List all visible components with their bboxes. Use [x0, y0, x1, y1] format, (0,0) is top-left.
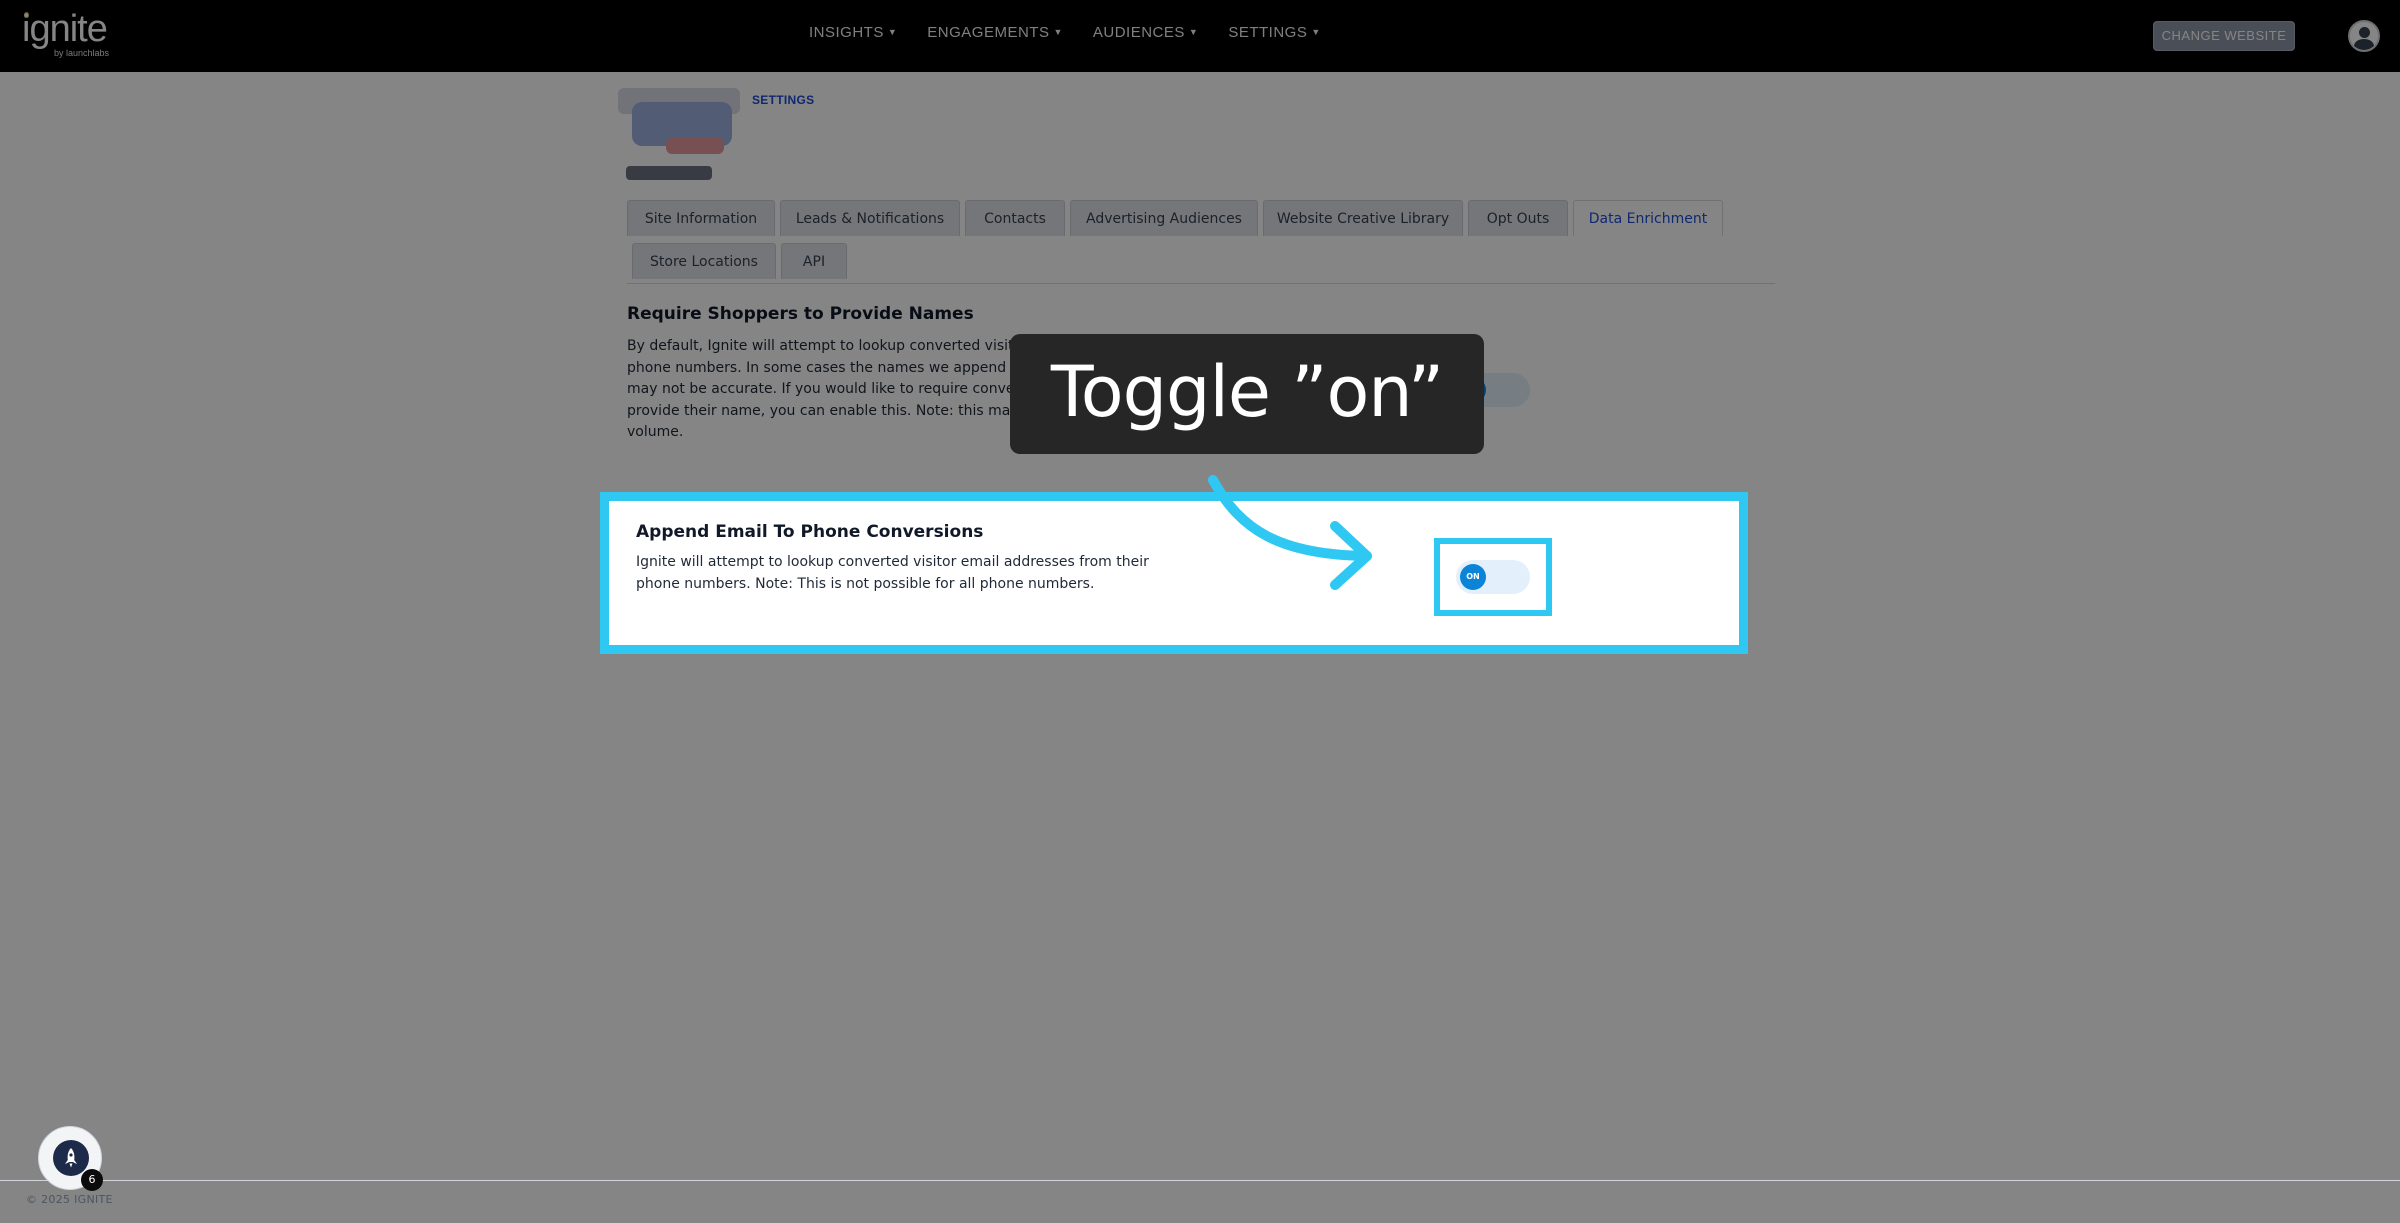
footer-divider	[0, 1180, 2400, 1181]
tutorial-callout: Toggle ”on”	[1010, 334, 1484, 454]
tab-opt-outs[interactable]: Opt Outs	[1468, 200, 1568, 236]
breadcrumb[interactable]: SETTINGS	[752, 93, 814, 107]
nav-audiences-label: AUDIENCES	[1092, 24, 1185, 41]
append-email-title: Append Email To Phone Conversions	[636, 522, 984, 542]
website-thumbnail	[618, 88, 746, 184]
tab-contacts[interactable]: Contacts	[965, 200, 1065, 236]
tab-api[interactable]: API	[781, 243, 847, 279]
avatar-head	[2359, 27, 2370, 38]
caret-down-icon: ▼	[1188, 27, 1199, 37]
tab-website-creative-library[interactable]: Website Creative Library	[1263, 200, 1463, 236]
nav-engagements-label: ENGAGEMENTS	[927, 24, 1050, 41]
nav-settings-label: SETTINGS	[1228, 24, 1308, 41]
ignite-logo[interactable]: ignite by launchlabs	[22, 8, 132, 62]
avatar-body	[2354, 39, 2374, 50]
caret-down-icon: ▼	[887, 27, 898, 37]
toggle-highlight-box	[1434, 538, 1552, 616]
help-launcher-inner	[53, 1140, 89, 1176]
main-nav: INSIGHTS ▼ ENGAGEMENTS ▼ AUDIENCES ▼ SETTIN…	[809, 24, 1351, 48]
help-launcher-button[interactable]: 6	[38, 1126, 103, 1191]
nav-engagements[interactable]: ENGAGEMENTS ▼	[927, 24, 1063, 48]
nav-audiences[interactable]: AUDIENCES ▼	[1093, 24, 1198, 48]
tab-site-information[interactable]: Site Information	[627, 200, 775, 236]
user-avatar-icon[interactable]	[2348, 20, 2380, 52]
nav-insights[interactable]: INSIGHTS ▼	[809, 24, 897, 48]
callout-text: Toggle ”on”	[1050, 351, 1444, 433]
footer-copyright: © 2025 IGNITE	[26, 1193, 113, 1206]
highlighted-append-email-section: Append Email To Phone Conversions Ignite…	[600, 492, 1748, 654]
caret-down-icon: ▼	[1311, 27, 1321, 37]
rocket-icon	[65, 1148, 77, 1168]
tabs-divider	[627, 283, 1775, 284]
top-navbar: ignite by launchlabs INSIGHTS ▼ ENGAGEMEN…	[0, 0, 2400, 72]
tab-store-locations[interactable]: Store Locations	[632, 243, 776, 279]
caret-down-icon: ▼	[1053, 27, 1063, 37]
change-website-button[interactable]: CHANGE WEBSITE	[2153, 21, 2295, 51]
logo-text: ignite	[22, 8, 108, 50]
require-names-title: Require Shoppers to Provide Names	[627, 304, 974, 324]
nav-insights-label: INSIGHTS	[809, 24, 884, 41]
arrow-icon	[1208, 475, 1372, 590]
nav-settings[interactable]: SETTINGS ▼	[1228, 24, 1320, 48]
logo-subtext: by launchlabs	[54, 48, 110, 58]
tab-data-enrichment[interactable]: Data Enrichment	[1573, 200, 1723, 236]
append-email-description: Ignite will attempt to lookup converted …	[636, 554, 1149, 592]
help-notification-badge: 6	[81, 1169, 103, 1191]
tab-advertising-audiences[interactable]: Advertising Audiences	[1070, 200, 1258, 236]
tab-leads-notifications[interactable]: Leads & Notifications	[780, 200, 960, 236]
